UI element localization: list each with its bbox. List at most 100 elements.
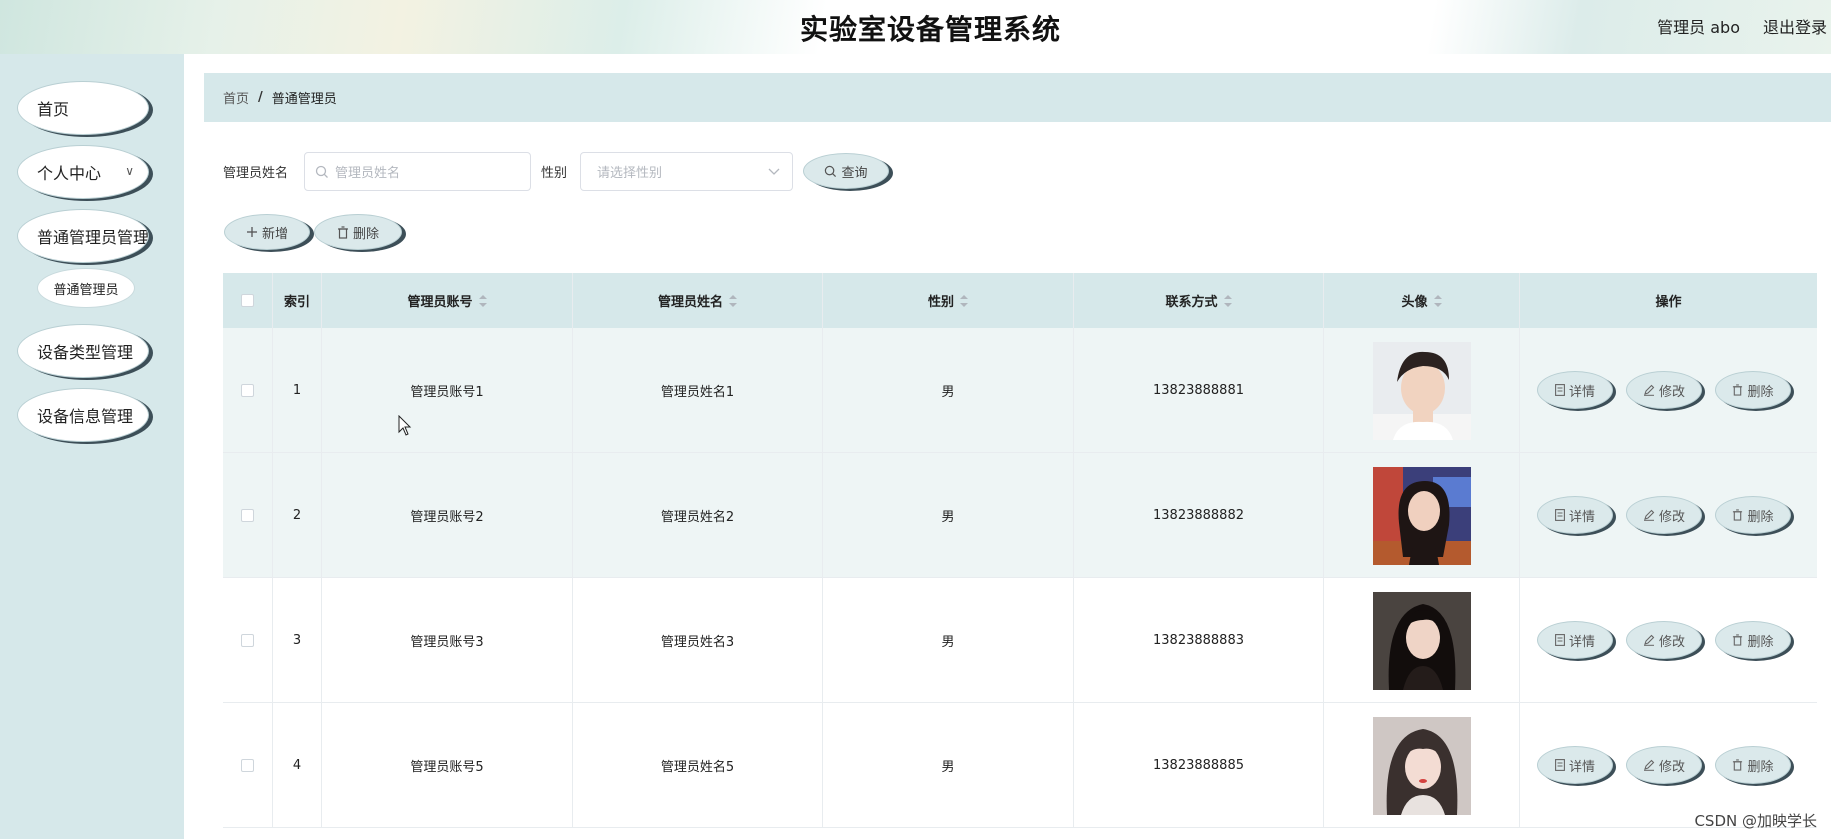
actions-cell: 详情 修改 删除	[1520, 578, 1817, 703]
row-select-cell	[223, 578, 273, 703]
edit-icon	[1643, 509, 1655, 521]
column-header-gender[interactable]: 性别	[823, 273, 1074, 328]
row-select-cell	[223, 328, 273, 453]
gender-cell: 男	[823, 453, 1074, 578]
column-header-label: 管理员姓名	[657, 295, 723, 310]
column-header-label: 管理员账号	[407, 295, 473, 310]
row-checkbox[interactable]	[241, 384, 254, 397]
trash-icon	[1733, 384, 1743, 396]
sidebar-item-home[interactable]: 首页	[17, 81, 149, 135]
edit-button[interactable]: 修改	[1626, 746, 1702, 784]
column-header-account[interactable]: 管理员账号	[322, 273, 573, 328]
detail-button[interactable]: 详情	[1537, 746, 1613, 784]
chevron-down-icon	[768, 168, 780, 175]
gender-cell: 男	[823, 328, 1074, 453]
index-cell: 1	[273, 328, 322, 453]
sidebar-item-device-info[interactable]: 设备信息管理	[17, 388, 149, 442]
account-cell: 管理员账号5	[322, 703, 573, 828]
sort-icon[interactable]	[729, 294, 737, 307]
name-cell: 管理员姓名3	[573, 578, 823, 703]
detail-button-label: 详情	[1568, 634, 1595, 650]
avatar	[1372, 716, 1471, 815]
column-header-index: 索引	[273, 273, 322, 328]
bulk-delete-button[interactable]: 删除	[314, 214, 402, 250]
column-header-name[interactable]: 管理员姓名	[573, 273, 823, 328]
breadcrumb: 首页 / 普通管理员	[204, 73, 1831, 122]
document-icon	[1555, 759, 1565, 771]
edit-button[interactable]: 修改	[1626, 621, 1702, 659]
breadcrumb-separator: /	[258, 90, 263, 105]
detail-button[interactable]: 详情	[1537, 371, 1613, 409]
table-row: 2 管理员账号2 管理员姓名2 男 13823888882 详情 修改 删除	[223, 453, 1817, 578]
edit-button[interactable]: 修改	[1626, 371, 1702, 409]
sidebar-item-admin-management[interactable]: 普通管理员管理	[17, 209, 149, 263]
row-checkbox[interactable]	[241, 509, 254, 522]
edit-button-label: 修改	[1658, 759, 1685, 775]
delete-button[interactable]: 删除	[1715, 496, 1791, 534]
logout-link[interactable]: 退出登录	[1763, 14, 1827, 38]
sidebar-subitem-label: 普通管理员	[53, 282, 119, 298]
document-icon	[1555, 384, 1565, 396]
select-all-checkbox[interactable]	[241, 294, 254, 307]
column-header-phone[interactable]: 联系方式	[1074, 273, 1324, 328]
select-all-cell	[223, 273, 273, 328]
table-header: 索引 管理员账号 管理员姓名 性别 联系方式 头像 操作	[223, 273, 1817, 328]
phone-cell: 13823888881	[1074, 328, 1324, 453]
detail-button[interactable]: 详情	[1537, 621, 1613, 659]
edit-button-label: 修改	[1658, 509, 1685, 525]
gender-cell: 男	[823, 703, 1074, 828]
sidebar-item-label: 设备类型管理	[37, 343, 134, 362]
column-header-avatar[interactable]: 头像	[1324, 273, 1520, 328]
gender-cell: 男	[823, 578, 1074, 703]
delete-button-label: 删除	[1747, 759, 1774, 775]
detail-button[interactable]: 详情	[1537, 496, 1613, 534]
column-header-actions: 操作	[1520, 273, 1817, 328]
row-select-cell	[223, 453, 273, 578]
query-button-label: 查询	[841, 165, 868, 181]
trash-icon	[1733, 634, 1743, 646]
sort-icon[interactable]	[1223, 294, 1232, 307]
gender-select[interactable]: 请选择性别	[580, 152, 793, 191]
query-button[interactable]: 查询	[803, 153, 889, 189]
trash-icon	[1733, 509, 1743, 521]
delete-button-label: 删除	[1747, 384, 1774, 400]
detail-button-label: 详情	[1568, 509, 1595, 525]
avatar-cell	[1324, 453, 1520, 578]
row-checkbox[interactable]	[241, 759, 254, 772]
delete-button-label: 删除	[1747, 509, 1774, 525]
sort-icon[interactable]	[478, 294, 487, 307]
top-header: 实验室设备管理系统 管理员 abo 退出登录	[0, 0, 1831, 54]
delete-button[interactable]: 删除	[1715, 746, 1791, 784]
actions-cell: 详情 修改 删除	[1520, 328, 1817, 453]
document-icon	[1555, 509, 1565, 521]
avatar	[1372, 466, 1471, 565]
avatar	[1372, 591, 1471, 690]
phone-cell: 13823888883	[1074, 578, 1324, 703]
name-search-input[interactable]: 管理员姓名	[304, 152, 531, 191]
detail-button-label: 详情	[1568, 384, 1595, 400]
name-cell: 管理员姓名1	[573, 328, 823, 453]
add-button[interactable]: 新增	[224, 214, 310, 250]
sidebar-item-device-type[interactable]: 设备类型管理	[17, 324, 149, 378]
name-search-placeholder: 管理员姓名	[335, 166, 401, 181]
sidebar-item-label: 个人中心	[37, 164, 102, 183]
avatar-cell	[1324, 578, 1520, 703]
row-checkbox[interactable]	[241, 634, 254, 647]
sort-icon[interactable]	[960, 294, 968, 307]
sidebar-item-profile[interactable]: 个人中心 ∨	[17, 145, 149, 199]
edit-icon	[1643, 759, 1655, 771]
delete-button[interactable]: 删除	[1715, 371, 1791, 409]
sort-icon[interactable]	[1433, 294, 1442, 307]
search-icon	[825, 165, 837, 177]
sidebar-item-label: 设备信息管理	[37, 407, 134, 426]
sidebar-subitem-admin[interactable]: 普通管理员	[37, 268, 135, 308]
avatar-cell	[1324, 328, 1520, 453]
delete-button[interactable]: 删除	[1715, 621, 1791, 659]
breadcrumb-home[interactable]: 首页	[223, 88, 249, 107]
gender-select-placeholder: 请选择性别	[597, 166, 663, 181]
name-filter-label: 管理员姓名	[223, 166, 289, 181]
edit-button[interactable]: 修改	[1626, 496, 1702, 534]
app-title: 实验室设备管理系统	[799, 13, 1061, 46]
sidebar-item-label: 普通管理员管理	[37, 228, 149, 247]
table-row: 3 管理员账号3 管理员姓名3 男 13823888883 详情 修改 删除	[223, 578, 1817, 703]
